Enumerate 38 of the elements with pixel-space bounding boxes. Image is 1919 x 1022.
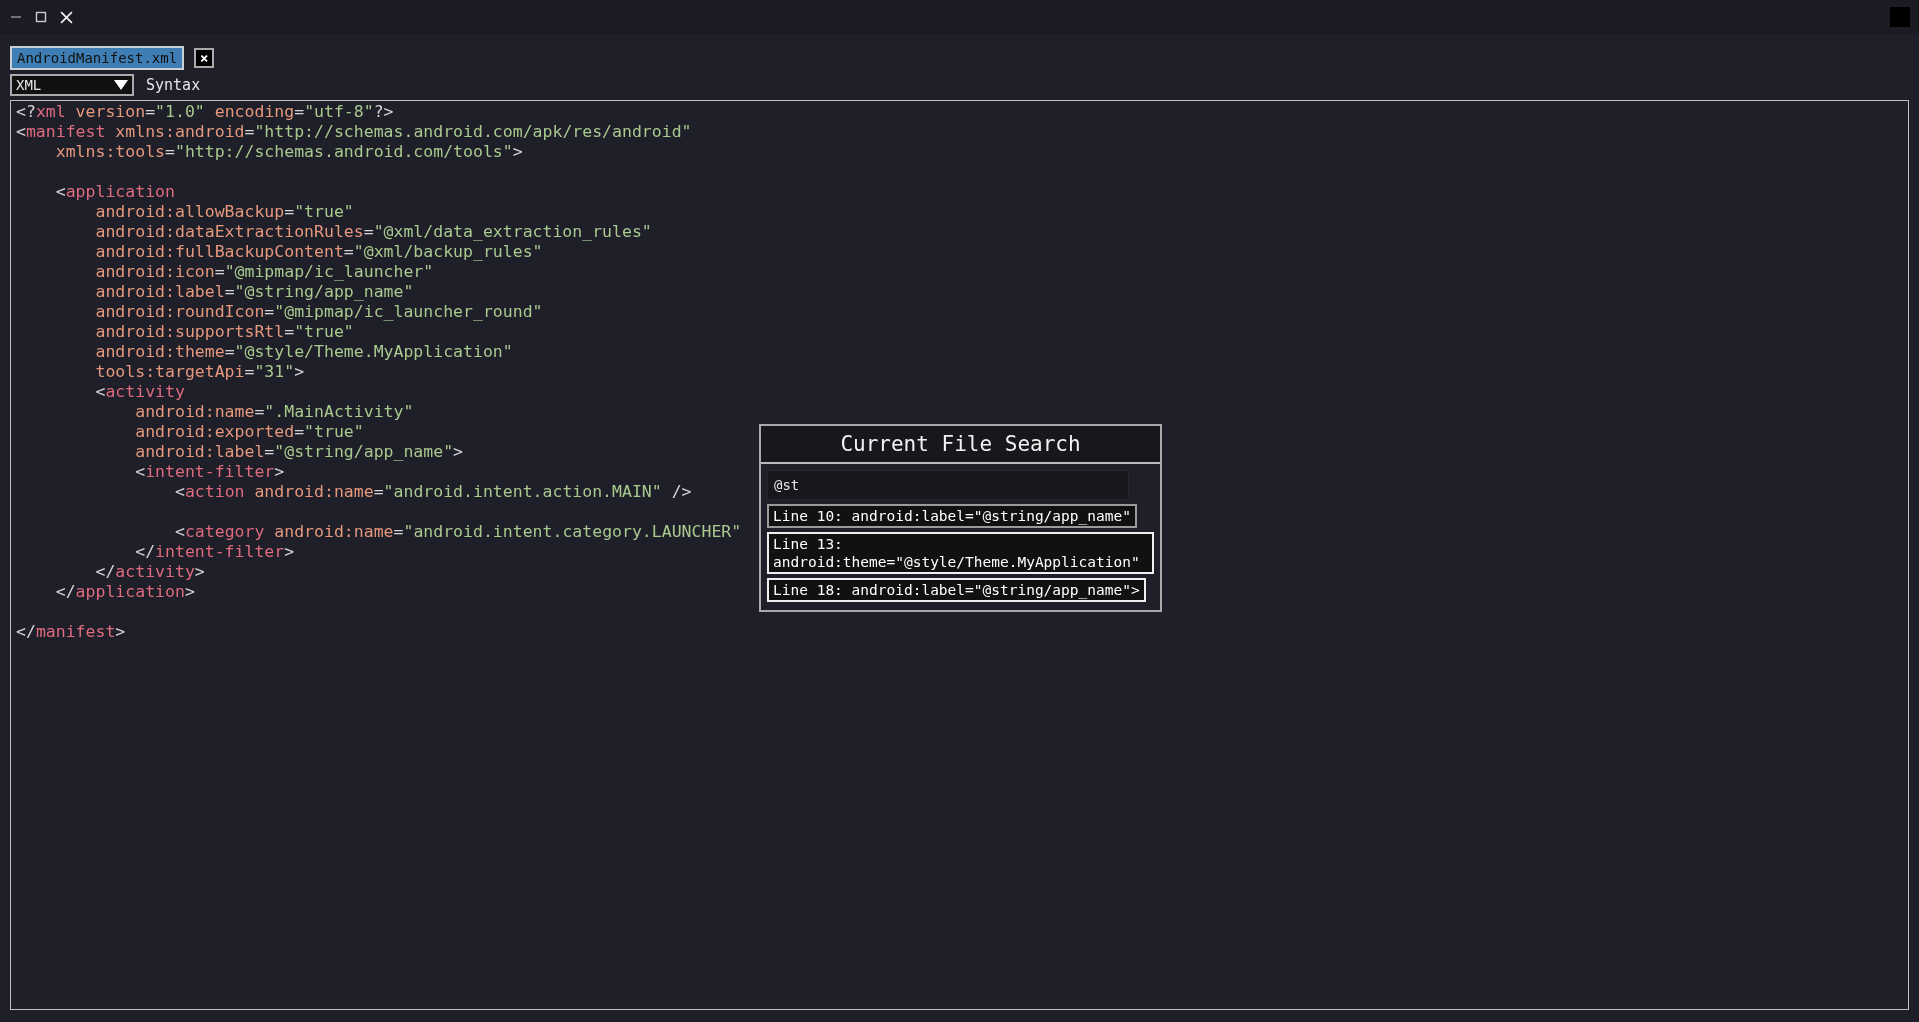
maximize-icon[interactable] (35, 11, 47, 23)
code-line: xmlns:tools="http://schemas.android.com/tools"> (54, 142, 523, 162)
code-line: </activity> (94, 562, 205, 582)
code-editor[interactable] (10, 100, 1909, 1010)
code-line: </intent-filter> (134, 542, 295, 562)
code-line: <intent-filter> (134, 462, 285, 482)
search-field[interactable]: @st (767, 470, 1129, 500)
code-line: android:icon="@mipmap/ic_launcher" (94, 262, 434, 282)
code-line: <?xml version="1.0" encoding="utf-8"?> (16, 102, 394, 122)
code-line: </application> (54, 582, 195, 602)
close-icon[interactable] (60, 10, 73, 24)
popup-title: Current File Search (761, 426, 1160, 464)
code-line: android:label="@string/app_name"> (134, 442, 464, 462)
code-line: android:dataExtractionRules="@xml/data_extraction_rules" (94, 222, 652, 242)
close-tab-button[interactable]: × (194, 48, 215, 68)
syntax-dropdown[interactable]: XML (10, 74, 134, 96)
square-icon (1890, 7, 1910, 27)
code-line: android:theme="@style/Theme.MyApplication" (94, 342, 513, 362)
code-line: android:roundIcon="@mipmap/ic_launcher_round" (94, 302, 543, 322)
code-line: tools:targetApi="31"> (94, 362, 305, 382)
code-line: <category android:name="android.intent.category.LAUNCHER" (173, 522, 742, 542)
search-result[interactable]: Line 10: android:label="@string/app_name" (767, 504, 1137, 528)
code-line: android:allowBackup="true" (94, 202, 354, 222)
code-line: </manifest> (16, 622, 126, 642)
code-line: <application (54, 182, 175, 202)
file-tab[interactable]: AndroidManifest.xml (10, 46, 185, 70)
code-line: android:name=".MainActivity" (134, 402, 414, 422)
code-line: <action android:name="android.intent.action.MAIN" /> (173, 482, 692, 502)
syntax-label: Syntax (146, 76, 201, 94)
code-line: <manifest xmlns:android="http://schemas.android.com/apk/res/android" (16, 122, 692, 142)
search-result[interactable]: Line 18: android:label="@string/app_name"> (767, 578, 1146, 602)
caret-icon (114, 80, 128, 90)
code-line: android:exported="true" (134, 422, 364, 442)
search-result[interactable]: Line 13: android:theme="@style/Theme.MyApplication" (767, 532, 1154, 574)
code-line: android:fullBackupContent="@xml/backup_rules" (94, 242, 543, 262)
code-line: android:supportsRtl="true" (94, 322, 354, 342)
code-line: android:label="@string/app_name" (94, 282, 414, 302)
code-line: <activity (94, 382, 185, 402)
